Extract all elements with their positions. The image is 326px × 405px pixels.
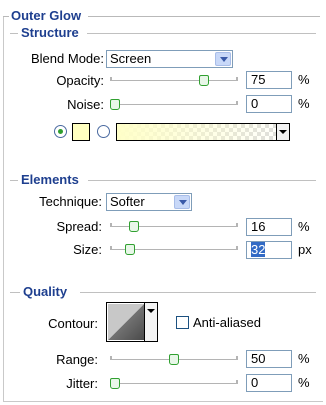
size-field[interactable]: 32 bbox=[246, 241, 292, 259]
range-slider[interactable] bbox=[110, 354, 238, 366]
opacity-slider-track bbox=[110, 77, 238, 81]
spread-slider-thumb[interactable] bbox=[129, 221, 139, 232]
gradient-radio[interactable] bbox=[97, 125, 110, 138]
size-unit: px bbox=[298, 242, 312, 257]
technique-select[interactable]: Softer bbox=[106, 193, 192, 211]
range-unit: % bbox=[298, 351, 310, 366]
panel-left-border bbox=[3, 16, 4, 402]
technique-label: Technique: bbox=[39, 194, 102, 209]
quality-title: Quality bbox=[23, 284, 68, 299]
range-field[interactable]: 50 bbox=[246, 350, 292, 368]
range-label: Range: bbox=[56, 352, 98, 367]
blend-mode-value: Screen bbox=[110, 51, 152, 66]
noise-label: Noise: bbox=[67, 97, 104, 112]
header-rule-right bbox=[88, 16, 320, 17]
size-slider[interactable] bbox=[110, 244, 238, 256]
range-slider-thumb[interactable] bbox=[169, 354, 179, 365]
contour-preview bbox=[108, 304, 144, 340]
jitter-label: Jitter: bbox=[66, 376, 98, 391]
spread-label: Spread: bbox=[56, 219, 102, 234]
size-label: Size: bbox=[73, 242, 102, 257]
jitter-unit: % bbox=[298, 375, 310, 390]
outer-glow-title: Outer Glow bbox=[11, 8, 82, 23]
blend-mode-label: Blend Mode: bbox=[31, 51, 104, 66]
jitter-slider-track bbox=[110, 380, 238, 384]
chevron-down-icon[interactable] bbox=[276, 124, 289, 140]
size-field-value: 32 bbox=[251, 242, 266, 257]
structure-title: Structure bbox=[21, 25, 79, 40]
panel-bottom-border bbox=[3, 401, 323, 402]
glow-gradient-picker[interactable] bbox=[116, 123, 290, 141]
elements-title: Elements bbox=[21, 172, 79, 187]
noise-field[interactable]: 0 bbox=[246, 95, 292, 113]
noise-unit: % bbox=[298, 96, 310, 111]
elements-rule-left bbox=[10, 180, 18, 181]
opacity-slider[interactable] bbox=[110, 75, 238, 87]
solid-color-radio[interactable] bbox=[54, 125, 67, 138]
blend-mode-select[interactable]: Screen bbox=[106, 50, 233, 68]
opacity-unit: % bbox=[298, 72, 310, 87]
glow-color-swatch[interactable] bbox=[72, 123, 90, 141]
contour-label: Contour: bbox=[48, 316, 98, 331]
size-slider-thumb[interactable] bbox=[125, 244, 135, 255]
noise-slider[interactable] bbox=[110, 99, 238, 111]
chevron-down-icon bbox=[174, 195, 190, 209]
quality-rule-right bbox=[80, 292, 316, 293]
jitter-slider-thumb[interactable] bbox=[110, 378, 120, 389]
noise-slider-thumb[interactable] bbox=[110, 99, 120, 110]
anti-aliased-label: Anti-aliased bbox=[193, 315, 261, 330]
opacity-field[interactable]: 75 bbox=[246, 71, 292, 89]
opacity-label: Opacity: bbox=[56, 73, 104, 88]
jitter-slider[interactable] bbox=[110, 378, 238, 390]
outer-glow-panel: Outer Glow Structure Blend Mode: Screen … bbox=[0, 0, 326, 405]
opacity-slider-thumb[interactable] bbox=[199, 75, 209, 86]
elements-rule-right bbox=[88, 180, 316, 181]
contour-picker[interactable] bbox=[106, 302, 158, 342]
spread-field[interactable]: 16 bbox=[246, 218, 292, 236]
jitter-field[interactable]: 0 bbox=[246, 374, 292, 392]
anti-aliased-checkbox[interactable] bbox=[176, 316, 189, 329]
chevron-down-icon bbox=[215, 52, 231, 66]
header-rule-left bbox=[3, 16, 9, 17]
structure-rule-right bbox=[87, 33, 316, 34]
spread-slider[interactable] bbox=[110, 221, 238, 233]
spread-unit: % bbox=[298, 219, 310, 234]
quality-rule-left bbox=[10, 292, 20, 293]
technique-value: Softer bbox=[110, 194, 145, 209]
chevron-down-icon[interactable] bbox=[144, 303, 157, 341]
noise-slider-track bbox=[110, 101, 238, 105]
structure-rule-left bbox=[10, 33, 18, 34]
